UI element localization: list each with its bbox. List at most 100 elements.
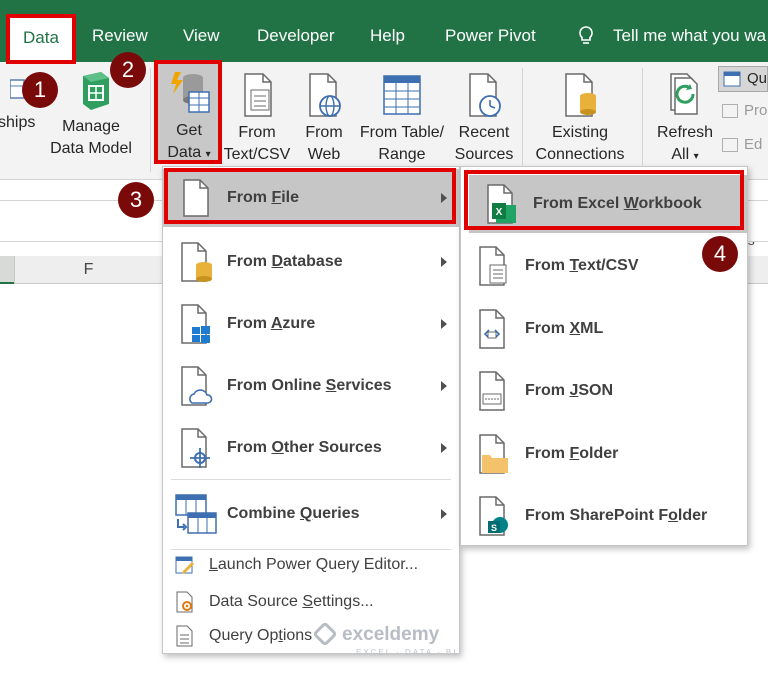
data-model-icon — [83, 72, 109, 110]
from-table-label-1: From Table/ — [359, 124, 445, 141]
watermark-icon — [312, 621, 338, 647]
from-json-label: From JSON — [525, 382, 614, 399]
menu-item-from-database[interactable]: From Database — [163, 233, 459, 291]
queries-label: Qu — [747, 70, 768, 87]
from-database-label: From Database — [227, 253, 343, 270]
step-marker-1: 1 — [22, 72, 58, 108]
queries-connections-button[interactable]: Qu — [718, 66, 768, 92]
refresh-label-2: All ▾ — [671, 146, 699, 163]
from-text-csv-label: From Text/CSV — [525, 257, 639, 274]
from-web-button[interactable]: From Web — [298, 70, 350, 166]
existing-connections-icon — [565, 73, 596, 117]
lightbulb-icon[interactable] — [578, 25, 594, 47]
tab-developer[interactable]: Developer — [257, 26, 335, 46]
group-separator — [522, 68, 523, 172]
submenu-arrow-icon — [441, 319, 447, 329]
menu-item-from-folder[interactable]: From Folder — [461, 425, 747, 483]
step-marker-4: 4 — [702, 236, 738, 272]
from-web-label-1: From — [305, 124, 343, 141]
menu-item-from-xml[interactable]: From XML — [461, 300, 747, 358]
azure-icon — [173, 303, 219, 345]
from-table-label-2: Range — [378, 146, 426, 163]
existing-connections-label-2: Connections — [535, 146, 625, 163]
menu-item-from-online-services[interactable]: From Online Services — [163, 357, 459, 415]
from-azure-label: From Azure — [227, 315, 316, 332]
from-web-label-2: Web — [307, 146, 341, 163]
table-icon — [383, 75, 421, 115]
other-sources-icon — [173, 427, 219, 469]
menu-separator — [171, 479, 451, 480]
power-query-editor-icon — [173, 555, 197, 575]
highlight-get-data — [154, 60, 222, 164]
json-icon — [471, 370, 517, 412]
highlight-data-tab — [6, 14, 76, 64]
web-page-icon — [309, 73, 341, 117]
folder-icon — [471, 433, 517, 475]
step-marker-3: 3 — [118, 182, 154, 218]
menu-item-from-json[interactable]: From JSON — [461, 362, 747, 420]
from-text-csv-label-1: From — [238, 124, 276, 141]
existing-connections-button[interactable]: Existing Connections — [528, 70, 632, 166]
tab-help[interactable]: Help — [370, 26, 405, 46]
watermark-logo: exceldemy — [312, 621, 440, 647]
menu-item-from-azure[interactable]: From Azure — [163, 295, 459, 353]
submenu-arrow-icon — [441, 381, 447, 391]
ribbon-tab-bar: Data Review View Developer Help Power Pi… — [0, 0, 768, 62]
combine-queries-icon — [173, 493, 219, 535]
tab-view[interactable]: View — [183, 26, 220, 46]
from-table-range-button[interactable]: From Table/ Range — [354, 70, 450, 166]
from-folder-label: From Folder — [525, 445, 619, 462]
recent-sources-icon — [469, 73, 501, 117]
database-icon — [173, 241, 219, 283]
column-header-f[interactable]: F — [14, 256, 162, 284]
watermark-tagline: EXCEL · DATA · BI — [356, 648, 458, 657]
from-online-services-label: From Online Services — [227, 377, 392, 394]
xml-icon — [471, 308, 517, 350]
highlight-from-file — [164, 168, 456, 224]
query-options-label: Query Options — [209, 627, 313, 644]
tab-power-pivot[interactable]: Power Pivot — [445, 26, 536, 46]
from-sharepoint-folder-label: From SharePoint Folder — [525, 507, 708, 524]
recent-sources-label-1: Recent — [458, 124, 510, 141]
tab-review[interactable]: Review — [92, 26, 148, 46]
watermark-brand: exceldemy — [342, 624, 440, 645]
menu-item-from-sharepoint-folder[interactable]: S From SharePoint Folder — [461, 487, 747, 545]
menu-item-combine-queries[interactable]: Combine Queries — [163, 485, 459, 543]
group-separator — [642, 68, 643, 172]
from-text-csv-label-2: Text/CSV — [223, 146, 291, 163]
menu-item-launch-power-query-editor[interactable]: Launch Power Query Editor... — [163, 548, 459, 582]
recent-sources-button[interactable]: Recent Sources — [452, 70, 516, 166]
properties-label: Pro — [744, 102, 768, 119]
refresh-icon — [670, 73, 698, 115]
from-xml-label: From XML — [525, 320, 604, 337]
properties-button[interactable]: Pro — [722, 102, 767, 119]
text-csv-icon — [471, 245, 517, 287]
properties-icon — [722, 104, 738, 119]
from-text-csv-button[interactable]: From Text/CSV — [222, 70, 292, 166]
edit-links-label: Ed — [744, 136, 763, 153]
queries-icon — [723, 71, 741, 87]
sharepoint-icon: S — [471, 495, 517, 537]
relationships-label: ships — [0, 114, 36, 131]
step-marker-2: 2 — [110, 52, 146, 88]
refresh-label-1: Refresh — [656, 124, 714, 141]
highlight-from-excel-workbook — [464, 170, 744, 230]
menu-item-from-other-sources[interactable]: From Other Sources — [163, 419, 459, 477]
svg-text:S: S — [491, 523, 497, 533]
query-options-icon — [173, 625, 197, 647]
refresh-all-button[interactable]: Refresh All ▾ — [652, 70, 718, 168]
edit-links-button[interactable]: Ed — [722, 136, 762, 153]
recent-sources-label-2: Sources — [454, 146, 514, 163]
text-file-icon — [244, 73, 272, 117]
existing-connections-label-1: Existing — [551, 124, 609, 141]
cloud-icon — [173, 365, 219, 407]
menu-item-data-source-settings[interactable]: Data Source Settings... — [163, 585, 459, 619]
data-source-settings-label: Data Source Settings... — [209, 593, 374, 610]
get-data-menu: From File From Database From Azure From … — [162, 166, 460, 654]
manage-label-1: Manage — [62, 118, 120, 135]
combine-queries-label: Combine Queries — [227, 505, 360, 522]
selected-column-edge — [0, 256, 14, 284]
submenu-arrow-icon — [441, 257, 447, 267]
group-separator — [150, 68, 151, 172]
tell-me-search[interactable]: Tell me what you wa — [613, 26, 766, 46]
